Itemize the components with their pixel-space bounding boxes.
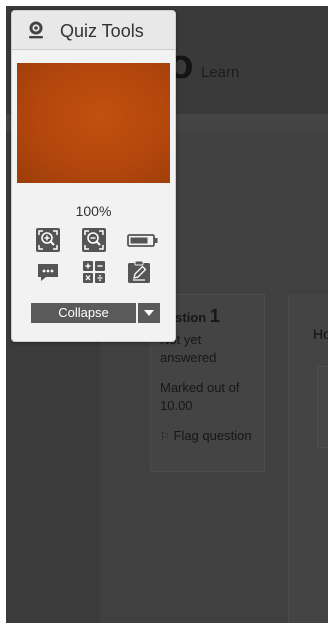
quiz-tools-title: Quiz Tools	[60, 21, 144, 41]
webcam-icon	[26, 20, 46, 45]
collapse-button[interactable]: Collapse	[31, 303, 136, 323]
chevron-down-icon	[144, 310, 154, 316]
zoom-in-icon[interactable]	[36, 228, 60, 252]
webcam-video-feed	[17, 63, 170, 183]
zoom-level: 100%	[75, 203, 112, 219]
question-number: 1	[209, 306, 220, 326]
calculator-icon[interactable]	[82, 260, 106, 284]
question-content: Ho	[288, 294, 328, 623]
question-marks: Marked out of 10.00	[160, 380, 240, 413]
zoom-out-icon[interactable]	[82, 228, 106, 252]
quiz-tools-header[interactable]: Quiz Tools	[12, 11, 175, 50]
flag-icon: ⚐	[160, 431, 170, 443]
question-text: Ho	[313, 326, 328, 342]
chat-icon[interactable]	[36, 260, 60, 284]
battery-icon[interactable]	[127, 228, 158, 252]
quiz-tools-panel[interactable]: Quiz Tools 100% Collapse	[11, 10, 176, 342]
logo-text: Learn	[201, 64, 240, 81]
answer-box	[317, 366, 328, 448]
collapse-dropdown-toggle[interactable]	[138, 303, 160, 323]
notepad-icon[interactable]	[127, 260, 151, 284]
flag-question-link[interactable]: ⚐ Flag question	[160, 427, 260, 446]
